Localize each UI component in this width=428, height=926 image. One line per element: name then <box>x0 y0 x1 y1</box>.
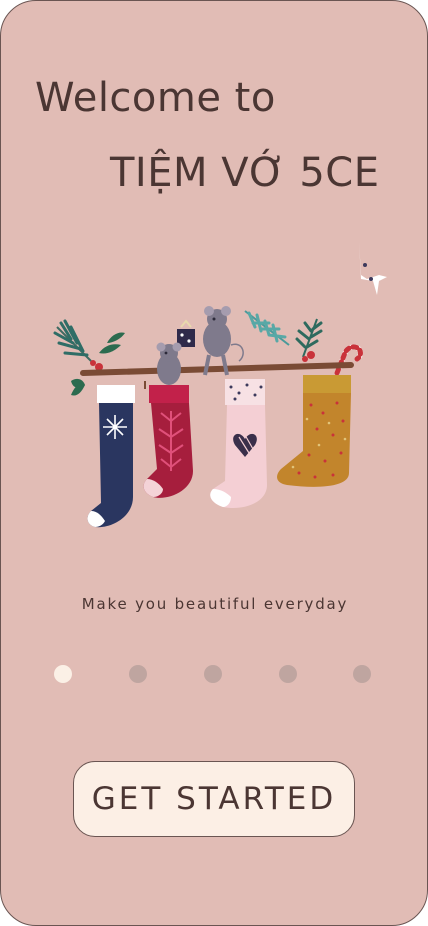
shop-name-title: TIỆM VỚ 5CE <box>110 150 380 196</box>
get-started-button[interactable]: GET STARTED <box>73 761 355 837</box>
candy-cane-icon <box>334 344 363 376</box>
navy-stocking-icon <box>87 381 146 528</box>
christmas-stockings-illustration <box>53 241 387 528</box>
tagline-text: Make you beautiful everyday <box>81 595 349 613</box>
page-dot[interactable] <box>353 665 371 683</box>
page-indicator <box>1 663 427 685</box>
pine-branch-left-icon <box>53 319 125 396</box>
mouse-sitting-icon <box>156 342 182 385</box>
page-dot[interactable] <box>129 665 147 683</box>
get-started-label: GET STARTED <box>91 781 337 817</box>
pink-stocking-icon <box>210 379 267 509</box>
welcome-title: Welcome to <box>35 75 276 121</box>
mouse-with-gift-icon <box>177 306 244 376</box>
pine-branch-right-icon <box>244 310 323 362</box>
page-dot[interactable] <box>279 665 297 683</box>
page-dot[interactable] <box>204 665 222 683</box>
star-ornament-icon <box>359 241 387 295</box>
mustard-stocking-icon <box>277 375 351 487</box>
red-stocking-icon <box>143 385 193 498</box>
page-dot-active[interactable] <box>54 665 72 683</box>
onboarding-screen: Welcome to TIỆM VỚ 5CE Make you beautifu… <box>0 0 428 926</box>
wooden-branch <box>80 362 354 376</box>
